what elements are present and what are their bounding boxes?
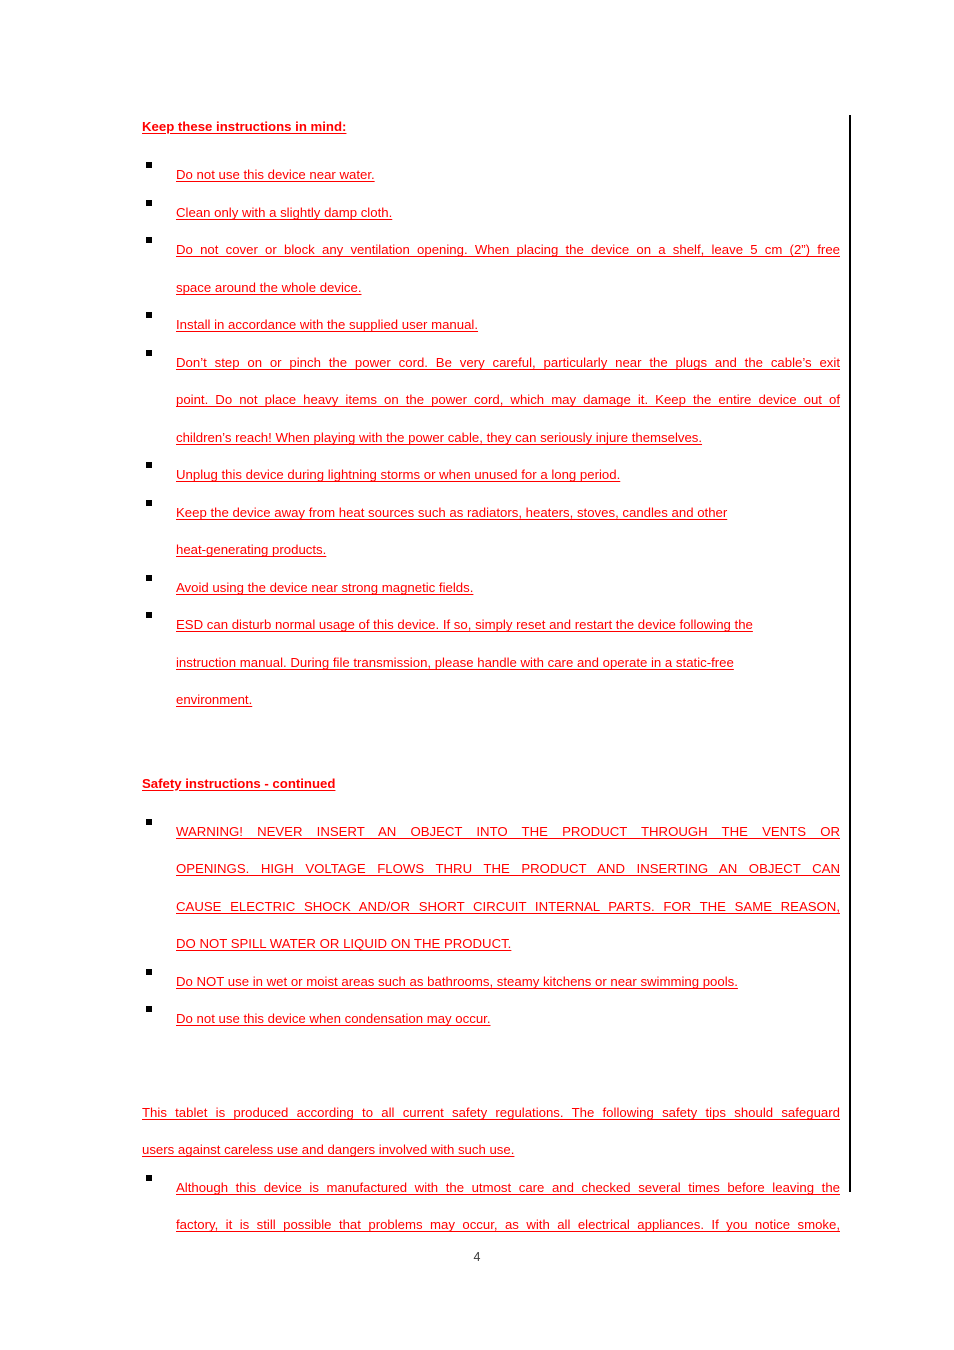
list-item: Do not cover or block any ventilation op… (146, 231, 840, 306)
square-bullet-icon (146, 237, 152, 243)
list-item-line: Although this device is manufactured wit… (176, 1179, 840, 1195)
list-item-text: Keep the device away from heat sources s… (176, 494, 840, 569)
list-item-line: instruction manual. During file transmis… (176, 654, 734, 670)
warning-line: DO NOT SPILL WATER OR LIQUID ON THE PROD… (176, 936, 512, 951)
list-item: Although this device is manufactured wit… (146, 1169, 840, 1244)
warning-line: WARNING! NEVER INSERT AN OBJECT INTO THE… (176, 823, 840, 839)
square-bullet-icon (146, 462, 152, 468)
warning-text: WARNING! NEVER INSERT AN OBJECT INTO THE… (176, 813, 840, 963)
list-item-line: Do not cover or block any ventilation op… (176, 242, 840, 257)
square-bullet-icon (146, 199, 152, 206)
square-bullet-icon (146, 612, 152, 618)
section-heading-keep-these-instructions: Keep these instructions in mind: (142, 118, 840, 136)
list-item-text: Don’t step on or pinch the power cord. B… (176, 344, 840, 457)
list-item-line: heat-generating products. (176, 542, 327, 557)
document-page: Keep these instructions in mind: Do not … (0, 0, 954, 1350)
list-item-line: ESD can disturb normal usage of this dev… (176, 617, 753, 632)
page-number: 4 (473, 1250, 481, 1264)
square-bullet-icon (146, 349, 152, 356)
list-item-line: factory, it is still possible that probl… (176, 1217, 840, 1232)
list-item-text: Avoid using the device near strong magne… (176, 579, 474, 595)
intro-paragraph: This tablet is produced according to all… (142, 1094, 840, 1169)
list-item-line: Keep the device away from heat sources s… (176, 504, 728, 520)
warning-line: OPENINGS. HIGH VOLTAGE FLOWS THRU THE PR… (176, 861, 840, 876)
list-item-text: ESD can disturb normal usage of this dev… (176, 606, 840, 719)
document-content: Keep these instructions in mind: Do not … (142, 118, 840, 1244)
square-bullet-icon (146, 1174, 152, 1181)
list-item: Do not use this device near water. (146, 156, 840, 194)
list-item-text: Do not cover or block any ventilation op… (176, 231, 840, 306)
paragraph-line: users against careless use and dangers i… (142, 1142, 515, 1157)
square-bullet-icon (146, 162, 152, 168)
list-item-line: point. Do not place heavy items on the p… (176, 392, 840, 407)
list-item-line: environment. (176, 692, 253, 707)
list-item: Unplug this device during lightning stor… (146, 456, 840, 494)
list-item-text: Do not use this device near water. (176, 167, 375, 182)
list-item-text: Do NOT use in wet or moist areas such as… (176, 973, 738, 989)
list-item: Keep the device away from heat sources s… (146, 494, 840, 569)
list-item: Install in accordance with the supplied … (146, 306, 840, 344)
list-item: Avoid using the device near strong magne… (146, 569, 840, 607)
list-item-warning: WARNING! NEVER INSERT AN OBJECT INTO THE… (146, 813, 840, 963)
heading-text: Keep these instructions in mind: (142, 119, 347, 134)
square-bullet-icon (146, 499, 152, 506)
square-bullet-icon (146, 312, 152, 318)
square-bullet-icon (146, 968, 152, 975)
revision-change-bar (849, 115, 851, 1192)
list-item-line: children’s reach! When playing with the … (176, 429, 703, 445)
list-item: Don’t step on or pinch the power cord. B… (146, 344, 840, 457)
list-item-text: Although this device is manufactured wit… (176, 1169, 840, 1244)
list-item-text: Do not use this device when condensation… (176, 1011, 491, 1026)
square-bullet-icon (146, 574, 152, 581)
square-bullet-icon (146, 818, 152, 825)
list-item-text: Clean only with a slightly damp cloth. (176, 204, 393, 220)
list-item-line: space around the whole device. (176, 279, 362, 295)
paragraph-line: This tablet is produced according to all… (142, 1104, 840, 1120)
list-item-text: Install in accordance with the supplied … (176, 317, 479, 332)
warning-line: CAUSE ELECTRIC SHOCK AND/OR SHORT CIRCUI… (176, 898, 840, 914)
list-item-text: Unplug this device during lightning stor… (176, 467, 621, 482)
heading-text: Safety instructions - continued (142, 775, 336, 791)
list-item: Do not use this device when condensation… (146, 1000, 840, 1038)
square-bullet-icon (146, 1006, 152, 1012)
list-item: Clean only with a slightly damp cloth. (146, 194, 840, 232)
list-item-line: Don’t step on or pinch the power cord. B… (176, 354, 840, 370)
list-item: Do NOT use in wet or moist areas such as… (146, 963, 840, 1001)
section-heading-safety-instructions-continued: Safety instructions - continued (142, 775, 840, 793)
list-item: ESD can disturb normal usage of this dev… (146, 606, 840, 719)
